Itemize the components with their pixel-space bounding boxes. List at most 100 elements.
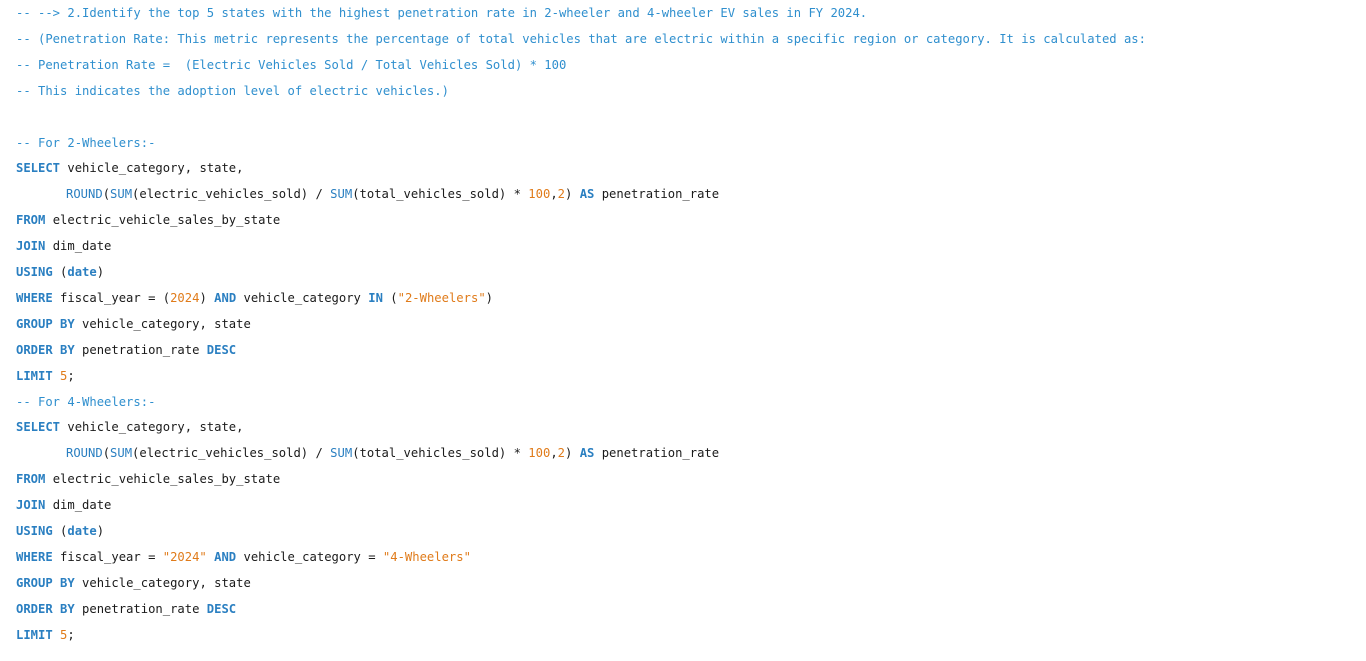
code-line[interactable]: -- (Penetration Rate: This metric repres… <box>16 26 1146 52</box>
code-line[interactable]: USING (date) <box>16 518 104 544</box>
code-line[interactable]: JOIN dim_date <box>16 492 111 518</box>
code-text: ; <box>67 368 75 383</box>
code-line-empty[interactable] <box>16 104 23 130</box>
code-keyword: GROUP BY <box>16 316 75 331</box>
code-line[interactable]: -- For 2-Wheelers:- <box>16 130 155 156</box>
code-string: "2024" <box>162 549 207 564</box>
code-keyword: AS <box>579 187 595 202</box>
code-keyword: date <box>67 524 97 538</box>
code-line[interactable]: ORDER BY penetration_rate DESC <box>16 596 236 622</box>
code-line[interactable]: FROM electric_vehicle_sales_by_state <box>16 207 280 233</box>
code-keyword: FROM <box>16 213 46 228</box>
code-keyword: DESC <box>206 601 237 616</box>
code-comment: -- (Penetration Rate: This metric repres… <box>16 31 1146 46</box>
code-number: 100 <box>528 187 551 202</box>
code-text: vehicle_category = <box>236 549 383 564</box>
code-text: penetration_rate <box>74 342 207 357</box>
code-line[interactable]: ROUND(SUM(electric_vehicles_sold) / SUM(… <box>16 181 719 207</box>
code-function: ROUND <box>66 446 103 461</box>
code-text: ( <box>102 446 111 461</box>
code-text: , <box>550 187 558 202</box>
code-text: ) <box>565 187 580 202</box>
code-keyword: DESC <box>206 342 237 357</box>
code-keyword: AND <box>214 290 237 305</box>
code-keyword: USING <box>16 524 53 538</box>
code-text: ( <box>52 265 68 279</box>
code-comment: -- This indicates the adoption level of … <box>16 83 449 98</box>
code-keyword: FROM <box>16 472 46 487</box>
code-keyword: WHERE <box>16 290 53 305</box>
code-line[interactable]: LIMIT 5; <box>16 622 75 648</box>
code-comment: -- --> 2.Identify the top 5 states with … <box>16 6 868 20</box>
code-text: penetration_rate <box>594 187 720 202</box>
code-number: 2 <box>557 446 565 461</box>
code-line[interactable]: WHERE fiscal_year = (2024) AND vehicle_c… <box>16 285 493 311</box>
code-text: fiscal_year = <box>52 549 163 564</box>
code-number: 2024 <box>170 290 200 305</box>
code-text: (electric_vehicles_sold) / <box>132 446 331 461</box>
code-text: ( <box>382 290 398 305</box>
code-number: 100 <box>528 446 551 461</box>
code-line[interactable]: FROM electric_vehicle_sales_by_state <box>16 466 280 492</box>
code-line[interactable]: USING (date) <box>16 259 104 285</box>
code-string: "4-Wheelers" <box>382 549 471 564</box>
code-keyword: JOIN <box>16 239 46 254</box>
code-text: vehicle_category, state <box>74 316 251 331</box>
sql-editor[interactable]: -- --> 2.Identify the top 5 states with … <box>0 0 1366 661</box>
code-line[interactable]: GROUP BY vehicle_category, state <box>16 570 251 596</box>
code-line[interactable]: ORDER BY penetration_rate DESC <box>16 337 236 363</box>
code-comment: -- For 4-Wheelers:- <box>16 394 156 409</box>
code-text: penetration_rate <box>74 601 207 616</box>
code-text: vehicle_category, state <box>74 575 251 590</box>
code-text: ( <box>52 524 68 538</box>
code-function: SUM <box>330 187 353 202</box>
code-number: 2 <box>557 187 565 202</box>
code-text: ) <box>565 446 580 461</box>
code-text: penetration_rate <box>594 446 720 461</box>
code-line[interactable]: SELECT vehicle_category, state, <box>16 414 243 440</box>
code-line[interactable]: -- This indicates the adoption level of … <box>16 78 449 104</box>
code-line[interactable]: -- --> 2.Identify the top 5 states with … <box>16 0 867 26</box>
code-function: SUM <box>110 446 133 461</box>
code-text: ) <box>199 290 215 305</box>
code-keyword: date <box>67 265 97 279</box>
code-keyword: JOIN <box>16 498 46 513</box>
code-function: ROUND <box>66 187 103 202</box>
code-keyword: IN <box>368 290 383 305</box>
code-line[interactable]: -- Penetration Rate = (Electric Vehicles… <box>16 52 566 78</box>
code-keyword: ORDER BY <box>16 342 75 357</box>
code-comment: -- For 2-Wheelers:- <box>16 135 156 150</box>
code-text: vehicle_category, state, <box>60 161 244 176</box>
code-line[interactable]: SELECT vehicle_category, state, <box>16 155 243 181</box>
code-line[interactable]: JOIN dim_date <box>16 233 111 259</box>
code-line[interactable]: -- For 4-Wheelers:- <box>16 389 155 415</box>
code-keyword: USING <box>16 265 53 279</box>
code-keyword: SELECT <box>16 420 61 435</box>
code-text: ; <box>67 627 75 642</box>
code-text: dim_date <box>45 239 112 254</box>
code-text: dim_date <box>45 498 112 513</box>
code-text: electric_vehicle_sales_by_state <box>45 213 281 228</box>
code-text: , <box>550 446 558 461</box>
code-line[interactable]: LIMIT 5; <box>16 363 75 389</box>
code-text: electric_vehicle_sales_by_state <box>45 472 281 487</box>
code-text: vehicle_category <box>236 290 369 305</box>
code-text: (total_vehicles_sold) * <box>352 446 529 461</box>
code-line[interactable]: ROUND(SUM(electric_vehicles_sold) / SUM(… <box>16 440 719 466</box>
code-keyword: SELECT <box>16 161 61 176</box>
code-line[interactable]: GROUP BY vehicle_category, state <box>16 311 251 337</box>
code-text: (electric_vehicles_sold) / <box>132 187 331 202</box>
code-text: ) <box>96 524 105 538</box>
code-text: fiscal_year = ( <box>52 290 171 305</box>
code-text: ( <box>102 187 111 202</box>
code-keyword: ORDER BY <box>16 601 75 616</box>
code-string: "2-Wheelers" <box>397 290 486 305</box>
code-keyword: GROUP BY <box>16 575 75 590</box>
code-keyword: LIMIT <box>16 368 53 383</box>
code-keyword: LIMIT <box>16 627 53 642</box>
code-keyword: AS <box>579 446 595 461</box>
code-function: SUM <box>330 446 353 461</box>
code-line[interactable]: WHERE fiscal_year = "2024" AND vehicle_c… <box>16 544 471 570</box>
